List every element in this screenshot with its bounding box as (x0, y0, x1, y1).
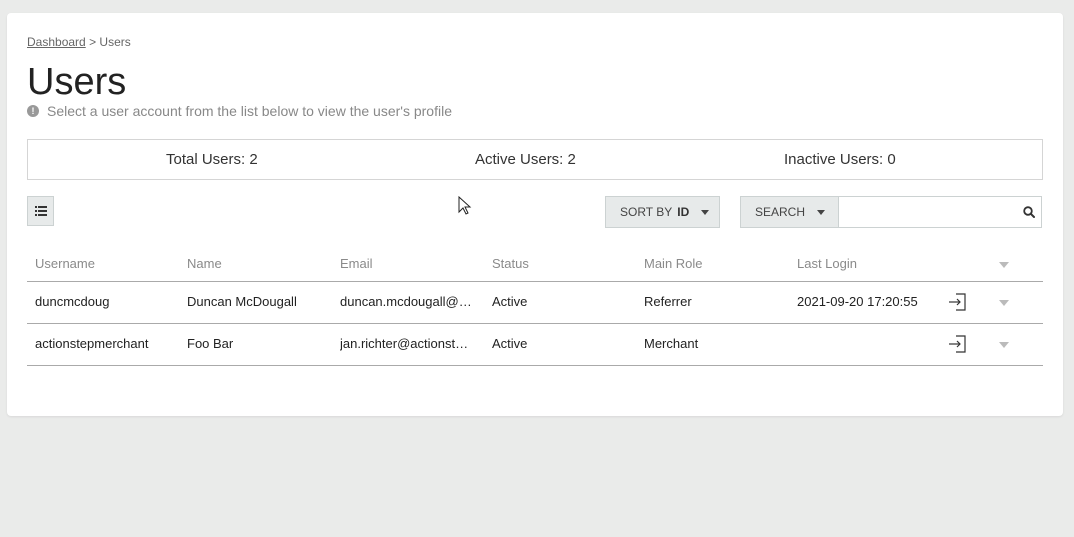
table-header: Username Name Email Status Main Role Las… (27, 243, 1043, 282)
row-username: duncmcdoug (35, 294, 110, 309)
table-row[interactable]: duncmcdoug Duncan McDougall duncan.mcdou… (27, 282, 1043, 324)
sort-by-dropdown[interactable]: SORT BY ID (605, 196, 720, 228)
info-icon: ! (27, 105, 39, 117)
column-header-status[interactable]: Status (492, 243, 632, 284)
row-email: jan.richter@actionste... (340, 336, 473, 351)
column-header-name[interactable]: Name (187, 243, 332, 284)
login-as-user-button[interactable] (948, 282, 972, 328)
users-card: Dashboard > Users Users ! Select a user … (7, 13, 1063, 416)
chevron-down-icon (701, 209, 710, 215)
row-options-menu[interactable] (999, 324, 1015, 364)
column-header-last-login[interactable]: Last Login (797, 243, 947, 284)
column-header-email[interactable]: Email (340, 243, 473, 284)
search-input[interactable] (838, 196, 1042, 228)
column-header-username[interactable]: Username (35, 243, 180, 284)
sign-in-icon (949, 293, 966, 311)
row-email: duncan.mcdougall@a... (340, 294, 473, 309)
row-name: Foo Bar (187, 336, 234, 351)
breadcrumb: Dashboard > Users (27, 35, 131, 49)
search-button[interactable] (1016, 196, 1042, 228)
chevron-down-icon (817, 209, 826, 215)
user-stats-bar: Total Users: 2 Active Users: 2 Inactive … (27, 139, 1043, 180)
row-main-role: Referrer (644, 294, 692, 309)
search-field-label: SEARCH (755, 205, 806, 219)
list-icon (34, 206, 47, 216)
chevron-down-icon (999, 261, 1009, 268)
column-header-main-role[interactable]: Main Role (644, 243, 784, 284)
row-name: Duncan McDougall (187, 294, 297, 309)
row-status: Active (492, 294, 528, 309)
sign-in-icon (949, 335, 966, 353)
row-main-role: Merchant (644, 336, 699, 351)
row-options-menu[interactable] (999, 282, 1015, 322)
breadcrumb-current: Users (99, 35, 131, 49)
search-icon (1023, 206, 1035, 218)
page-hint-text: Select a user account from the list belo… (47, 103, 452, 119)
list-view-button[interactable] (27, 196, 54, 226)
page-title: Users (27, 61, 127, 103)
row-status: Active (492, 336, 528, 351)
row-last-login: 2021-09-20 17:20:55 (797, 294, 918, 309)
sort-by-value: ID (677, 205, 690, 219)
breadcrumb-separator: > (89, 35, 97, 49)
chevron-down-icon (999, 299, 1009, 306)
chevron-down-icon (999, 341, 1009, 348)
row-username: actionstepmerchant (35, 336, 149, 351)
sort-by-label: SORT BY (620, 205, 673, 219)
page-hint: ! Select a user account from the list be… (27, 103, 452, 119)
users-table: Username Name Email Status Main Role Las… (27, 243, 1043, 366)
search-field-dropdown[interactable]: SEARCH (740, 196, 839, 228)
total-users-stat: Total Users: 2 (166, 151, 258, 168)
inactive-users-stat: Inactive Users: 0 (784, 151, 896, 168)
column-options-menu[interactable] (999, 243, 1015, 284)
login-as-user-button[interactable] (948, 324, 972, 370)
breadcrumb-dashboard-link[interactable]: Dashboard (27, 35, 86, 49)
table-row[interactable]: actionstepmerchant Foo Bar jan.richter@a… (27, 324, 1043, 366)
active-users-stat: Active Users: 2 (475, 151, 576, 168)
